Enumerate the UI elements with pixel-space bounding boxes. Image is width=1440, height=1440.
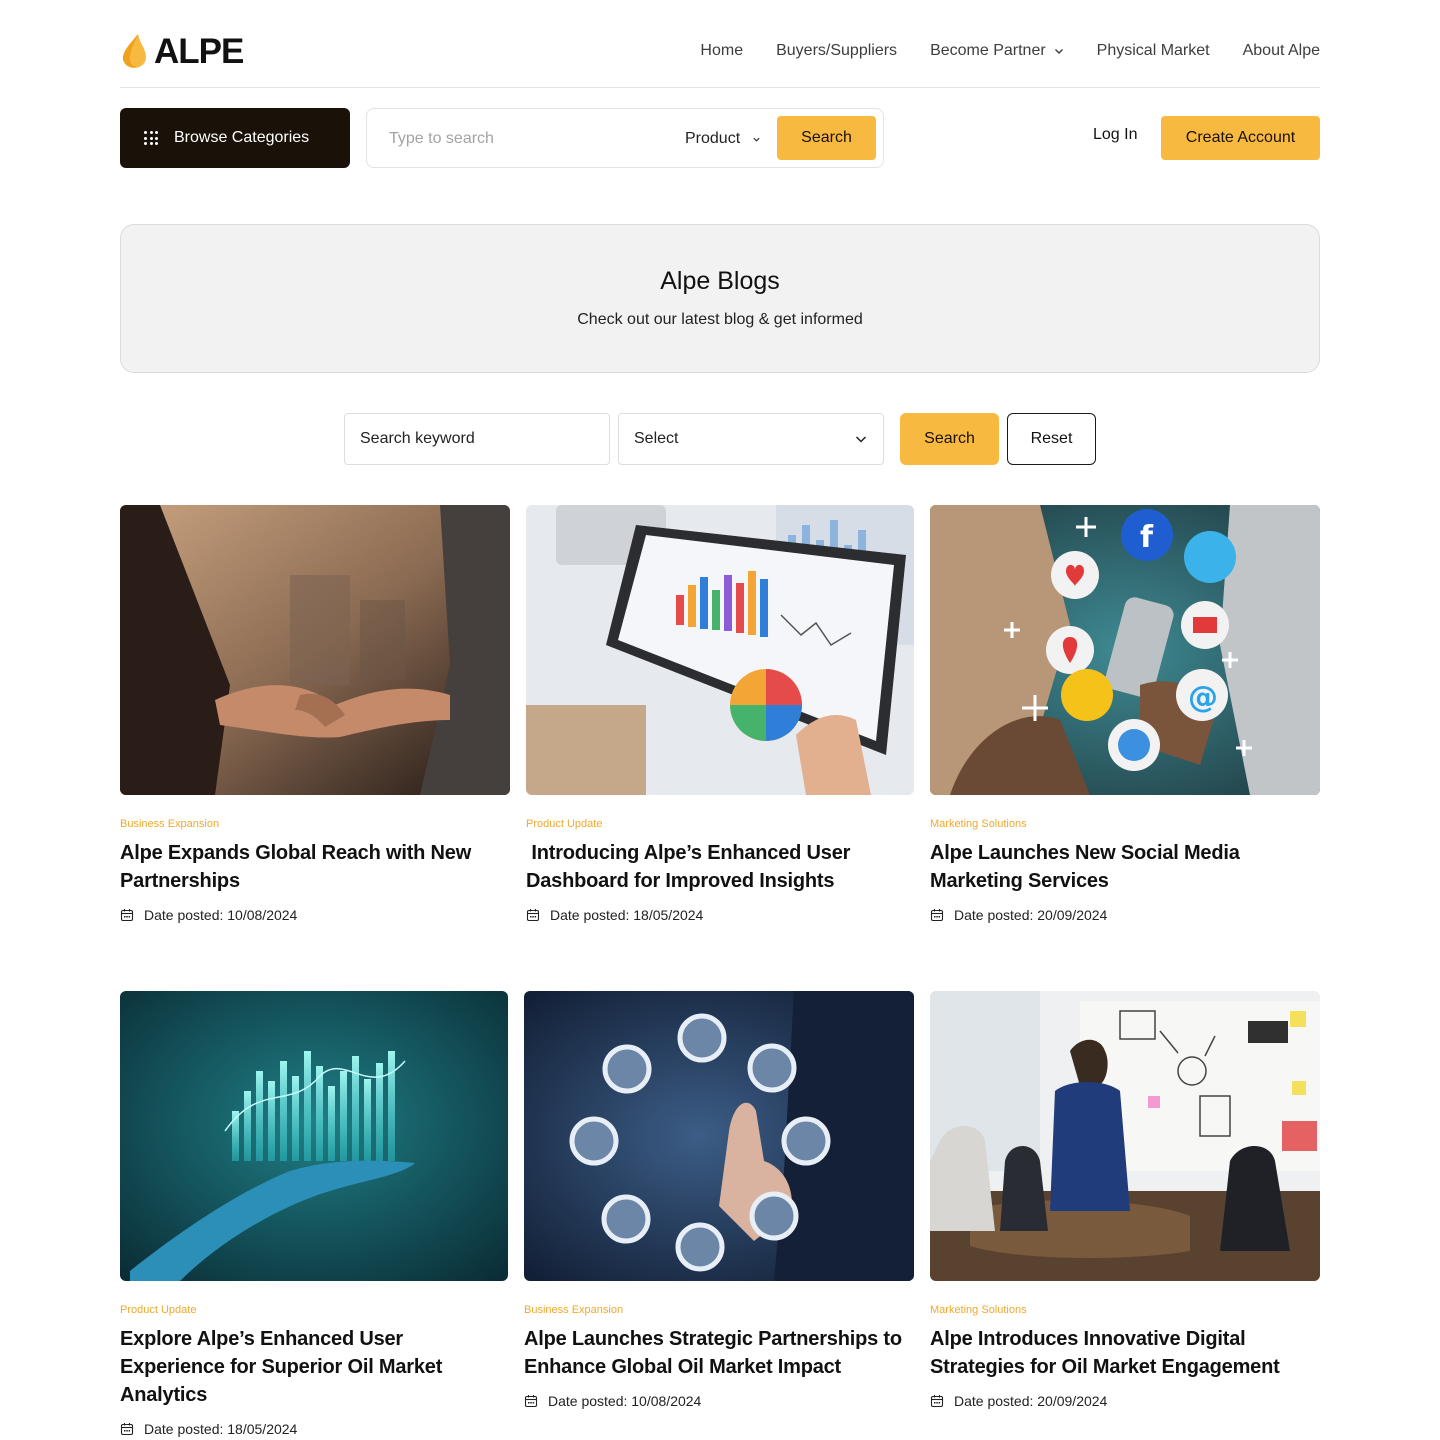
post-category: Marketing Solutions (930, 1304, 1027, 1316)
blog-card[interactable]: Product Update Introducing Alpe’s Enhanc… (526, 505, 914, 923)
page-title: Alpe Blogs (660, 267, 780, 295)
blog-card[interactable]: Business Expansion Alpe Expands Global R… (120, 505, 510, 923)
blog-card[interactable]: Product Update Explore Alpe’s Enhanced U… (120, 991, 508, 1437)
post-date: Date posted: 10/08/2024 (524, 1393, 914, 1409)
nav-physical-market-label: Physical Market (1096, 42, 1210, 59)
post-title[interactable]: Introducing Alpe’s Enhanced User Dashboa… (526, 839, 914, 895)
post-title[interactable]: Alpe Launches New Social Media Marketing… (930, 839, 1320, 895)
category-select-value: Select (634, 430, 679, 447)
brand-logo[interactable]: ALPE (120, 31, 244, 71)
meeting-whiteboard-photo (930, 991, 1320, 1281)
post-title[interactable]: Alpe Launches Strategic Partnerships to … (524, 1325, 914, 1381)
post-category: Business Expansion (120, 818, 220, 830)
post-title[interactable]: Alpe Expands Global Reach with New Partn… (120, 839, 510, 895)
handshake-photo (120, 505, 510, 795)
filter-reset-button[interactable]: Reset (1007, 413, 1096, 465)
nav-about-alpe-label: About Alpe (1242, 42, 1320, 59)
post-category: Product Update (120, 1304, 197, 1316)
grid-dots-icon (144, 131, 158, 145)
oil-drop-icon (123, 34, 146, 68)
search-toolbar: Browse Categories Product Search Log In … (120, 108, 1320, 168)
post-date: Date posted: 18/05/2024 (526, 907, 914, 923)
post-date-text: Date posted: 20/09/2024 (954, 907, 1108, 923)
nav-home[interactable]: Home (700, 42, 743, 60)
post-date: Date posted: 20/09/2024 (930, 1393, 1320, 1409)
nav-about-alpe[interactable]: About Alpe (1243, 42, 1320, 60)
category-select[interactable]: Select (618, 413, 884, 465)
calendar-icon (524, 1395, 538, 1408)
post-date-text: Date posted: 18/05/2024 (550, 907, 704, 923)
blog-card[interactable]: Business Expansion Alpe Launches Strateg… (524, 991, 914, 1409)
chevron-down-icon (1054, 49, 1063, 54)
hologram-chart-photo (120, 991, 508, 1281)
create-account-button[interactable]: Create Account (1161, 116, 1320, 160)
nav-buyers-suppliers[interactable]: Buyers/Suppliers (776, 42, 897, 60)
post-date-text: Date posted: 20/09/2024 (954, 1393, 1108, 1409)
keyword-search-input[interactable] (344, 413, 610, 465)
calendar-icon (120, 909, 134, 922)
browse-categories-button[interactable]: Browse Categories (120, 108, 350, 168)
svg-text:@: @ (1188, 680, 1218, 715)
tablet-analytics-photo (526, 505, 914, 795)
post-date-text: Date posted: 18/05/2024 (144, 1421, 298, 1437)
post-date-text: Date posted: 10/08/2024 (548, 1393, 702, 1409)
brand-name: ALPE (154, 31, 244, 71)
social-media-icons-photo: f @ (930, 505, 1320, 795)
chevron-down-icon (855, 436, 867, 443)
post-title[interactable]: Explore Alpe’s Enhanced User Experience … (120, 1325, 508, 1409)
search-input[interactable] (389, 127, 669, 151)
blog-filter-bar: Select Search Reset (344, 413, 1096, 465)
chevron-down-icon (753, 137, 760, 142)
product-search-box: Product Search (366, 108, 884, 168)
nav-become-partner[interactable]: Become Partner (930, 42, 1064, 60)
post-date: Date posted: 18/05/2024 (120, 1421, 508, 1437)
nav-buyers-suppliers-label: Buyers/Suppliers (776, 42, 898, 59)
blog-hero-banner: Alpe Blogs Check out our latest blog & g… (120, 224, 1320, 373)
main-nav: Home Buyers/Suppliers Become Partner Phy… (700, 42, 1320, 60)
post-category: Business Expansion (524, 1304, 624, 1316)
calendar-icon (526, 909, 540, 922)
post-date-text: Date posted: 10/08/2024 (144, 907, 298, 923)
post-category: Product Update (526, 818, 603, 830)
header-divider (120, 87, 1320, 88)
post-date: Date posted: 20/09/2024 (930, 907, 1320, 923)
post-title[interactable]: Alpe Introduces Innovative Digital Strat… (930, 1325, 1320, 1381)
search-scope-value: Product (685, 130, 741, 147)
nav-physical-market[interactable]: Physical Market (1097, 42, 1210, 60)
blog-card[interactable]: f @ Marketing Solutions Alpe Launches Ne… (930, 505, 1320, 923)
search-button[interactable]: Search (777, 116, 876, 160)
post-category: Marketing Solutions (930, 818, 1027, 830)
svg-text:f: f (1140, 520, 1154, 555)
calendar-icon (930, 1395, 944, 1408)
blog-card[interactable]: Marketing Solutions Alpe Introduces Inno… (930, 991, 1320, 1409)
filter-search-button[interactable]: Search (900, 413, 999, 465)
calendar-icon (930, 909, 944, 922)
search-scope-select[interactable]: Product (685, 127, 761, 151)
login-link[interactable]: Log In (1093, 126, 1137, 144)
nav-home-label: Home (700, 42, 744, 59)
page-subtitle: Check out our latest blog & get informed (577, 311, 863, 328)
calendar-icon (120, 1423, 134, 1436)
top-navigation-bar: ALPE Home Buyers/Suppliers Become Partne… (120, 28, 1320, 74)
browse-categories-label: Browse Categories (174, 129, 310, 146)
touch-circles-photo (524, 991, 914, 1281)
post-date: Date posted: 10/08/2024 (120, 907, 510, 923)
nav-become-partner-label: Become Partner (930, 42, 1046, 59)
